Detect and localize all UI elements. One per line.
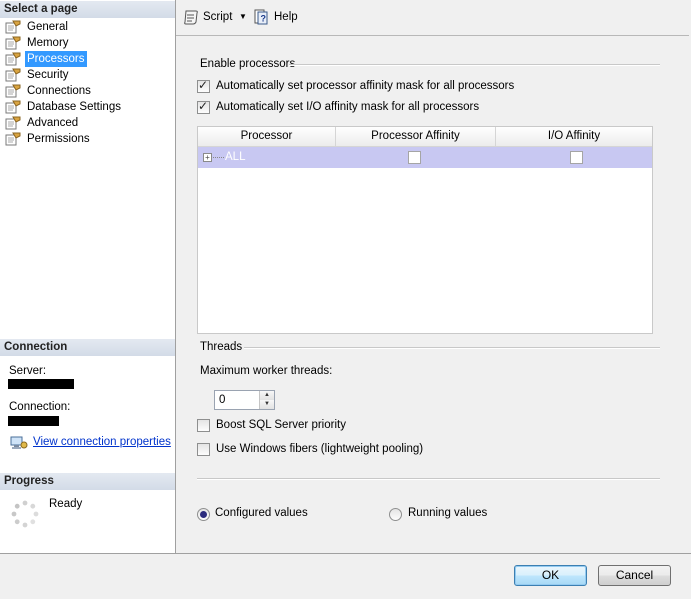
tree-connector [213,157,224,158]
server-label: Server: [9,365,47,377]
stepper-value[interactable]: 0 [219,391,225,409]
chevron-up-icon[interactable]: ▲ [260,391,274,400]
help-button[interactable]: ? Help [253,8,303,26]
io-affinity-checkbox[interactable] [570,151,583,164]
page-label: Connections [27,85,91,97]
wrench-page-icon [5,52,21,66]
connection-label: Connection: [9,401,71,413]
wrench-page-icon [5,68,21,82]
dialog-footer: OK Cancel [0,553,691,599]
checkbox-label: Use Windows fibers (lightweight pooling) [216,443,424,455]
grid-header: Processor Processor Affinity I/O Affinit… [198,127,652,147]
script-button[interactable]: Script ▼ [183,8,247,26]
select-page-header: Select a page [0,1,175,18]
wrench-page-icon [5,132,21,146]
connection-header: Connection [0,339,175,356]
checkbox-label: Automatically set I/O affinity mask for … [216,101,480,113]
left-pane: Select a page General Memory Processors … [0,0,176,553]
running-values-label[interactable]: Running values [408,507,487,519]
processors-panel: Enable processors ✓ Automatically set pr… [176,35,689,554]
column-header-io-affinity[interactable]: I/O Affinity [496,127,652,146]
svg-text:?: ? [261,14,267,24]
help-icon: ? [254,9,268,25]
help-label: Help [274,11,298,23]
enable-processors-title: Enable processors [200,58,296,70]
cancel-button[interactable]: Cancel [598,565,671,586]
page-label: General [27,21,68,33]
checkbox-box[interactable]: ✓ [197,99,210,114]
view-connection-properties-link[interactable]: View connection properties [33,436,171,448]
wrench-page-icon [5,84,21,98]
running-values-radio[interactable] [389,508,402,521]
wrench-page-icon [5,20,21,34]
threads-title: Threads [200,341,243,353]
column-header-processor[interactable]: Processor [198,127,336,146]
check-icon: ✓ [198,99,209,113]
chevron-down-icon[interactable]: ▼ [260,400,274,409]
stepper-arrows: ▲ ▼ [259,391,274,409]
chevron-down-icon[interactable]: ▼ [239,8,247,26]
page-label: Advanced [27,117,79,129]
script-label: Script [203,11,233,23]
connection-value-redacted [8,416,59,426]
processor-affinity-grid[interactable]: Processor Processor Affinity I/O Affinit… [197,126,653,334]
radio-selected-dot [200,511,207,518]
processor-cell: ALL [225,151,246,163]
page-label: Security [27,69,69,81]
separator [197,478,660,480]
checkbox-box[interactable] [197,419,210,432]
wrench-page-icon [5,100,21,114]
checkbox-box[interactable] [197,443,210,456]
configured-values-radio[interactable] [197,508,210,521]
group-divider [289,64,660,66]
script-icon [184,10,198,25]
page-label: Processors [25,51,87,67]
wrench-page-icon [5,36,21,50]
max-worker-threads-stepper[interactable]: 0 ▲ ▼ [214,390,275,410]
column-header-processor-affinity[interactable]: Processor Affinity [336,127,496,146]
page-label: Permissions [27,133,90,145]
ok-button[interactable]: OK [514,565,587,586]
progress-header: Progress [0,473,175,490]
table-row[interactable]: + ALL [198,147,652,168]
check-icon: ✓ [198,78,209,92]
progress-spinner-icon [11,500,39,528]
wrench-page-icon [5,116,21,130]
configured-values-label[interactable]: Configured values [215,507,308,519]
checkbox-label: Boost SQL Server priority [216,419,346,431]
processor-affinity-checkbox[interactable] [408,151,421,164]
progress-status: Ready [49,498,83,510]
page-label: Database Settings [27,101,121,113]
expand-icon[interactable]: + [203,153,212,162]
group-divider [244,347,660,349]
toolbar: Script ▼ ? Help [176,0,691,34]
page-label: Memory [27,37,69,49]
checkbox-box[interactable]: ✓ [197,78,210,93]
checkbox-label: Automatically set processor affinity mas… [216,80,515,92]
max-worker-threads-label: Maximum worker threads: [200,365,333,377]
server-value-redacted [8,379,74,389]
connection-properties-icon [10,436,28,449]
